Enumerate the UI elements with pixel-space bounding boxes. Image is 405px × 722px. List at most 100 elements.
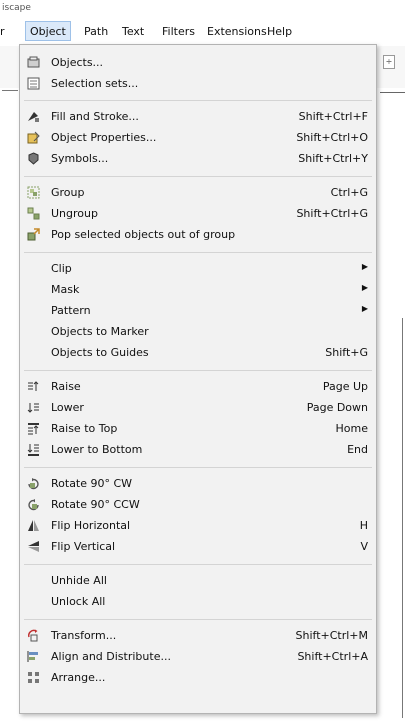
selection-sets-icon — [27, 77, 40, 90]
menu-separator — [24, 467, 372, 468]
menu-item-shortcut: V — [360, 540, 368, 553]
menu-item-shortcut: Page Down — [306, 401, 368, 414]
flip-vertical-icon — [27, 540, 40, 553]
menu-item-shortcut: Page Up — [322, 380, 368, 393]
menu-item-object-properties[interactable]: Object Properties... Shift+Ctrl+O — [20, 128, 376, 148]
menu-item-shortcut: Shift+Ctrl+O — [296, 131, 368, 144]
object-menu: Objects... Selection sets... Fill and St… — [19, 44, 377, 714]
menu-item-objects-to-marker[interactable]: Objects to Marker — [20, 322, 376, 342]
rotate-cw-icon — [27, 477, 40, 490]
menubar: r Object Path Text Filters Extensions He… — [0, 20, 405, 44]
menu-filters[interactable]: Filters — [162, 25, 195, 38]
menu-item-shortcut: Shift+Ctrl+M — [295, 629, 369, 642]
ruler-fragment — [2, 84, 18, 91]
pop-out-group-icon — [27, 228, 40, 241]
menu-item-label: Object Properties... — [51, 131, 157, 144]
menu-item-label: Objects to Marker — [51, 325, 149, 338]
window-title: iscape — [0, 0, 405, 18]
menu-separator — [24, 176, 372, 177]
menu-item-label: Rotate 90° CCW — [51, 498, 140, 511]
menu-item-label: Group — [51, 186, 85, 199]
menu-item-label: Objects to Guides — [51, 346, 149, 359]
menu-item-selection-sets[interactable]: Selection sets... — [20, 74, 376, 94]
submenu-arrow-icon: ▶ — [361, 283, 368, 292]
menu-item-label: Align and Distribute... — [51, 650, 171, 663]
group-icon — [27, 186, 40, 199]
menu-text[interactable]: Text — [122, 25, 144, 38]
menu-item-lower[interactable]: Lower Page Down — [20, 398, 376, 418]
menu-help[interactable]: Help — [267, 25, 292, 38]
menu-item-label: Lower — [51, 401, 84, 414]
menu-item-shortcut: Shift+Ctrl+F — [298, 110, 368, 123]
menu-item-label: Fill and Stroke... — [51, 110, 139, 123]
lower-to-bottom-icon — [27, 443, 40, 456]
menu-item-label: Raise to Top — [51, 422, 118, 435]
menu-item-flip-horizontal[interactable]: Flip Horizontal H — [20, 516, 376, 536]
menu-item-shortcut: Shift+Ctrl+A — [297, 650, 368, 663]
lower-icon — [27, 401, 40, 414]
spin-control[interactable]: ÷ — [383, 55, 395, 69]
menu-item-transform[interactable]: Transform... Shift+Ctrl+M — [20, 626, 376, 646]
menu-item-unhide-all[interactable]: Unhide All — [20, 571, 376, 591]
menu-item-label: Clip — [51, 262, 72, 275]
menu-item-group[interactable]: Group Ctrl+G — [20, 183, 376, 203]
symbols-icon — [27, 152, 40, 165]
object-properties-icon — [27, 131, 40, 144]
menu-item-label: Symbols... — [51, 152, 109, 165]
menu-item-unlock-all[interactable]: Unlock All — [20, 592, 376, 612]
menu-item-label: Pattern — [51, 304, 91, 317]
menu-item-label: Selection sets... — [51, 77, 139, 90]
menu-item-rotate-ccw[interactable]: Rotate 90° CCW — [20, 495, 376, 515]
submenu-arrow-icon: ▶ — [361, 304, 368, 313]
menu-item-shortcut: Ctrl+G — [330, 186, 368, 199]
menu-item-arrange[interactable]: Arrange... — [20, 668, 376, 688]
menu-item-ungroup[interactable]: Ungroup Shift+Ctrl+G — [20, 204, 376, 224]
ruler-fragment-right — [380, 84, 405, 93]
menu-item-flip-vertical[interactable]: Flip Vertical V — [20, 537, 376, 557]
menu-item-align-distribute[interactable]: Align and Distribute... Shift+Ctrl+A — [20, 647, 376, 667]
menu-item-raise-to-top[interactable]: Raise to Top Home — [20, 419, 376, 439]
objects-icon — [27, 56, 40, 69]
menu-item-label: Transform... — [51, 629, 117, 642]
menu-item-label: Flip Horizontal — [51, 519, 131, 532]
menu-item-rotate-cw[interactable]: Rotate 90° CW — [20, 474, 376, 494]
menu-item-clip[interactable]: Clip ▶ — [20, 259, 376, 279]
raise-icon — [27, 380, 40, 393]
arrange-icon — [27, 671, 40, 684]
menu-item-label: Unhide All — [51, 574, 107, 587]
menu-item-symbols[interactable]: Symbols... Shift+Ctrl+Y — [20, 149, 376, 169]
menu-item-fill-stroke[interactable]: Fill and Stroke... Shift+Ctrl+F — [20, 107, 376, 127]
align-distribute-icon — [27, 650, 40, 663]
rotate-ccw-icon — [27, 498, 40, 511]
ungroup-icon — [27, 207, 40, 220]
menu-separator — [24, 100, 372, 101]
menu-item-shortcut: H — [359, 519, 368, 532]
menu-view-partial[interactable]: r — [0, 25, 5, 38]
menu-object[interactable]: Object — [25, 21, 71, 41]
canvas-edge — [402, 318, 403, 718]
menu-separator — [24, 619, 372, 620]
menu-item-shortcut: Shift+Ctrl+G — [296, 207, 368, 220]
transform-icon — [27, 629, 40, 642]
menu-item-pop-out-of-group[interactable]: Pop selected objects out of group — [20, 225, 376, 245]
menu-item-label: Unlock All — [51, 595, 106, 608]
menu-item-objects[interactable]: Objects... — [20, 53, 376, 73]
menu-path[interactable]: Path — [84, 25, 108, 38]
menu-item-shortcut: Home — [335, 422, 368, 435]
menu-item-label: Ungroup — [51, 207, 98, 220]
menu-item-label: Objects... — [51, 56, 104, 69]
menu-item-mask[interactable]: Mask ▶ — [20, 280, 376, 300]
menu-item-objects-to-guides[interactable]: Objects to Guides Shift+G — [20, 343, 376, 363]
menu-item-raise[interactable]: Raise Page Up — [20, 377, 376, 397]
flip-horizontal-icon — [27, 519, 40, 532]
menu-item-pattern[interactable]: Pattern ▶ — [20, 301, 376, 321]
menu-item-label: Mask — [51, 283, 80, 296]
menu-extensions[interactable]: Extensions — [207, 25, 267, 38]
menu-separator — [24, 252, 372, 253]
menu-separator — [24, 564, 372, 565]
menu-item-shortcut: Shift+Ctrl+Y — [298, 152, 368, 165]
menu-item-label: Rotate 90° CW — [51, 477, 133, 490]
menu-item-label: Flip Vertical — [51, 540, 116, 553]
menu-item-lower-to-bottom[interactable]: Lower to Bottom End — [20, 440, 376, 460]
menu-item-label: Arrange... — [51, 671, 106, 684]
